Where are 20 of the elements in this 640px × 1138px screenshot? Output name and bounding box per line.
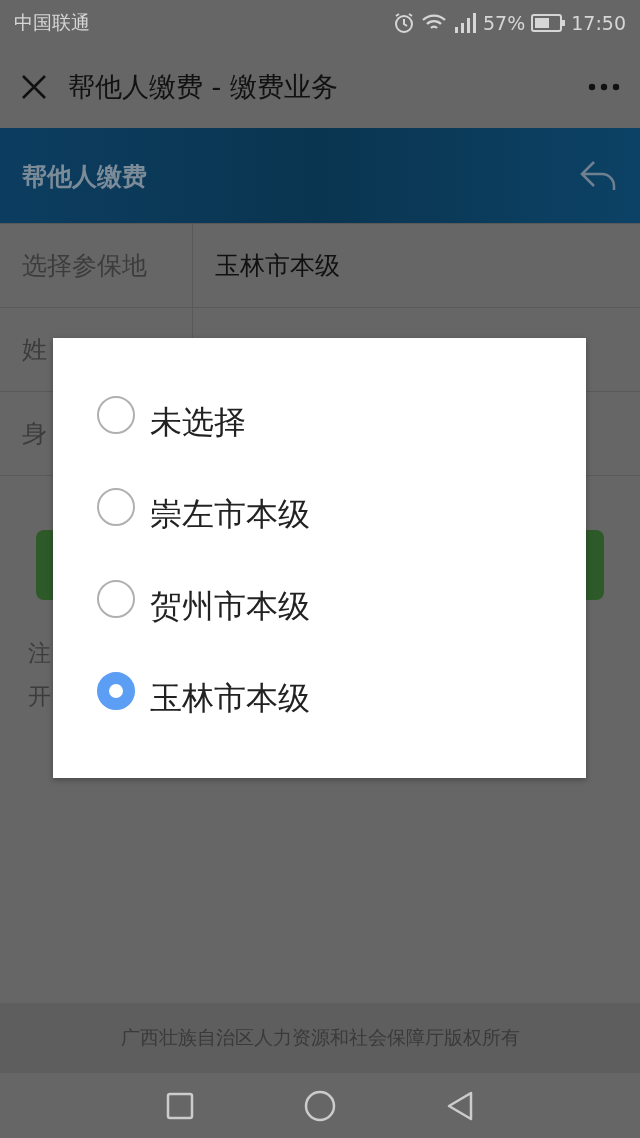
radio-button[interactable] xyxy=(97,396,135,434)
close-icon[interactable] xyxy=(20,72,48,101)
signal-icon xyxy=(453,12,477,33)
radio-button[interactable] xyxy=(97,488,135,526)
clock-time: 17:50 xyxy=(571,11,626,34)
radio-button[interactable] xyxy=(97,672,135,710)
battery-icon xyxy=(531,13,566,32)
banner-title: 帮他人缴费 xyxy=(22,160,148,193)
radio-option[interactable]: 贺州市本级 xyxy=(53,560,586,652)
carrier-name: 中国联通 xyxy=(14,9,91,35)
radio-button[interactable] xyxy=(97,580,135,618)
more-icon[interactable] xyxy=(588,82,620,91)
back-icon[interactable] xyxy=(446,1090,474,1121)
alarm-icon xyxy=(393,11,415,34)
home-icon[interactable] xyxy=(304,1089,336,1122)
back-arrow-icon[interactable] xyxy=(580,160,618,192)
page-title: 帮他人缴费 - 缴费业务 xyxy=(68,69,339,104)
battery-percent: 57% xyxy=(483,11,526,34)
radio-option[interactable]: 玉林市本级 xyxy=(53,652,586,744)
recent-apps-icon[interactable] xyxy=(166,1091,194,1120)
